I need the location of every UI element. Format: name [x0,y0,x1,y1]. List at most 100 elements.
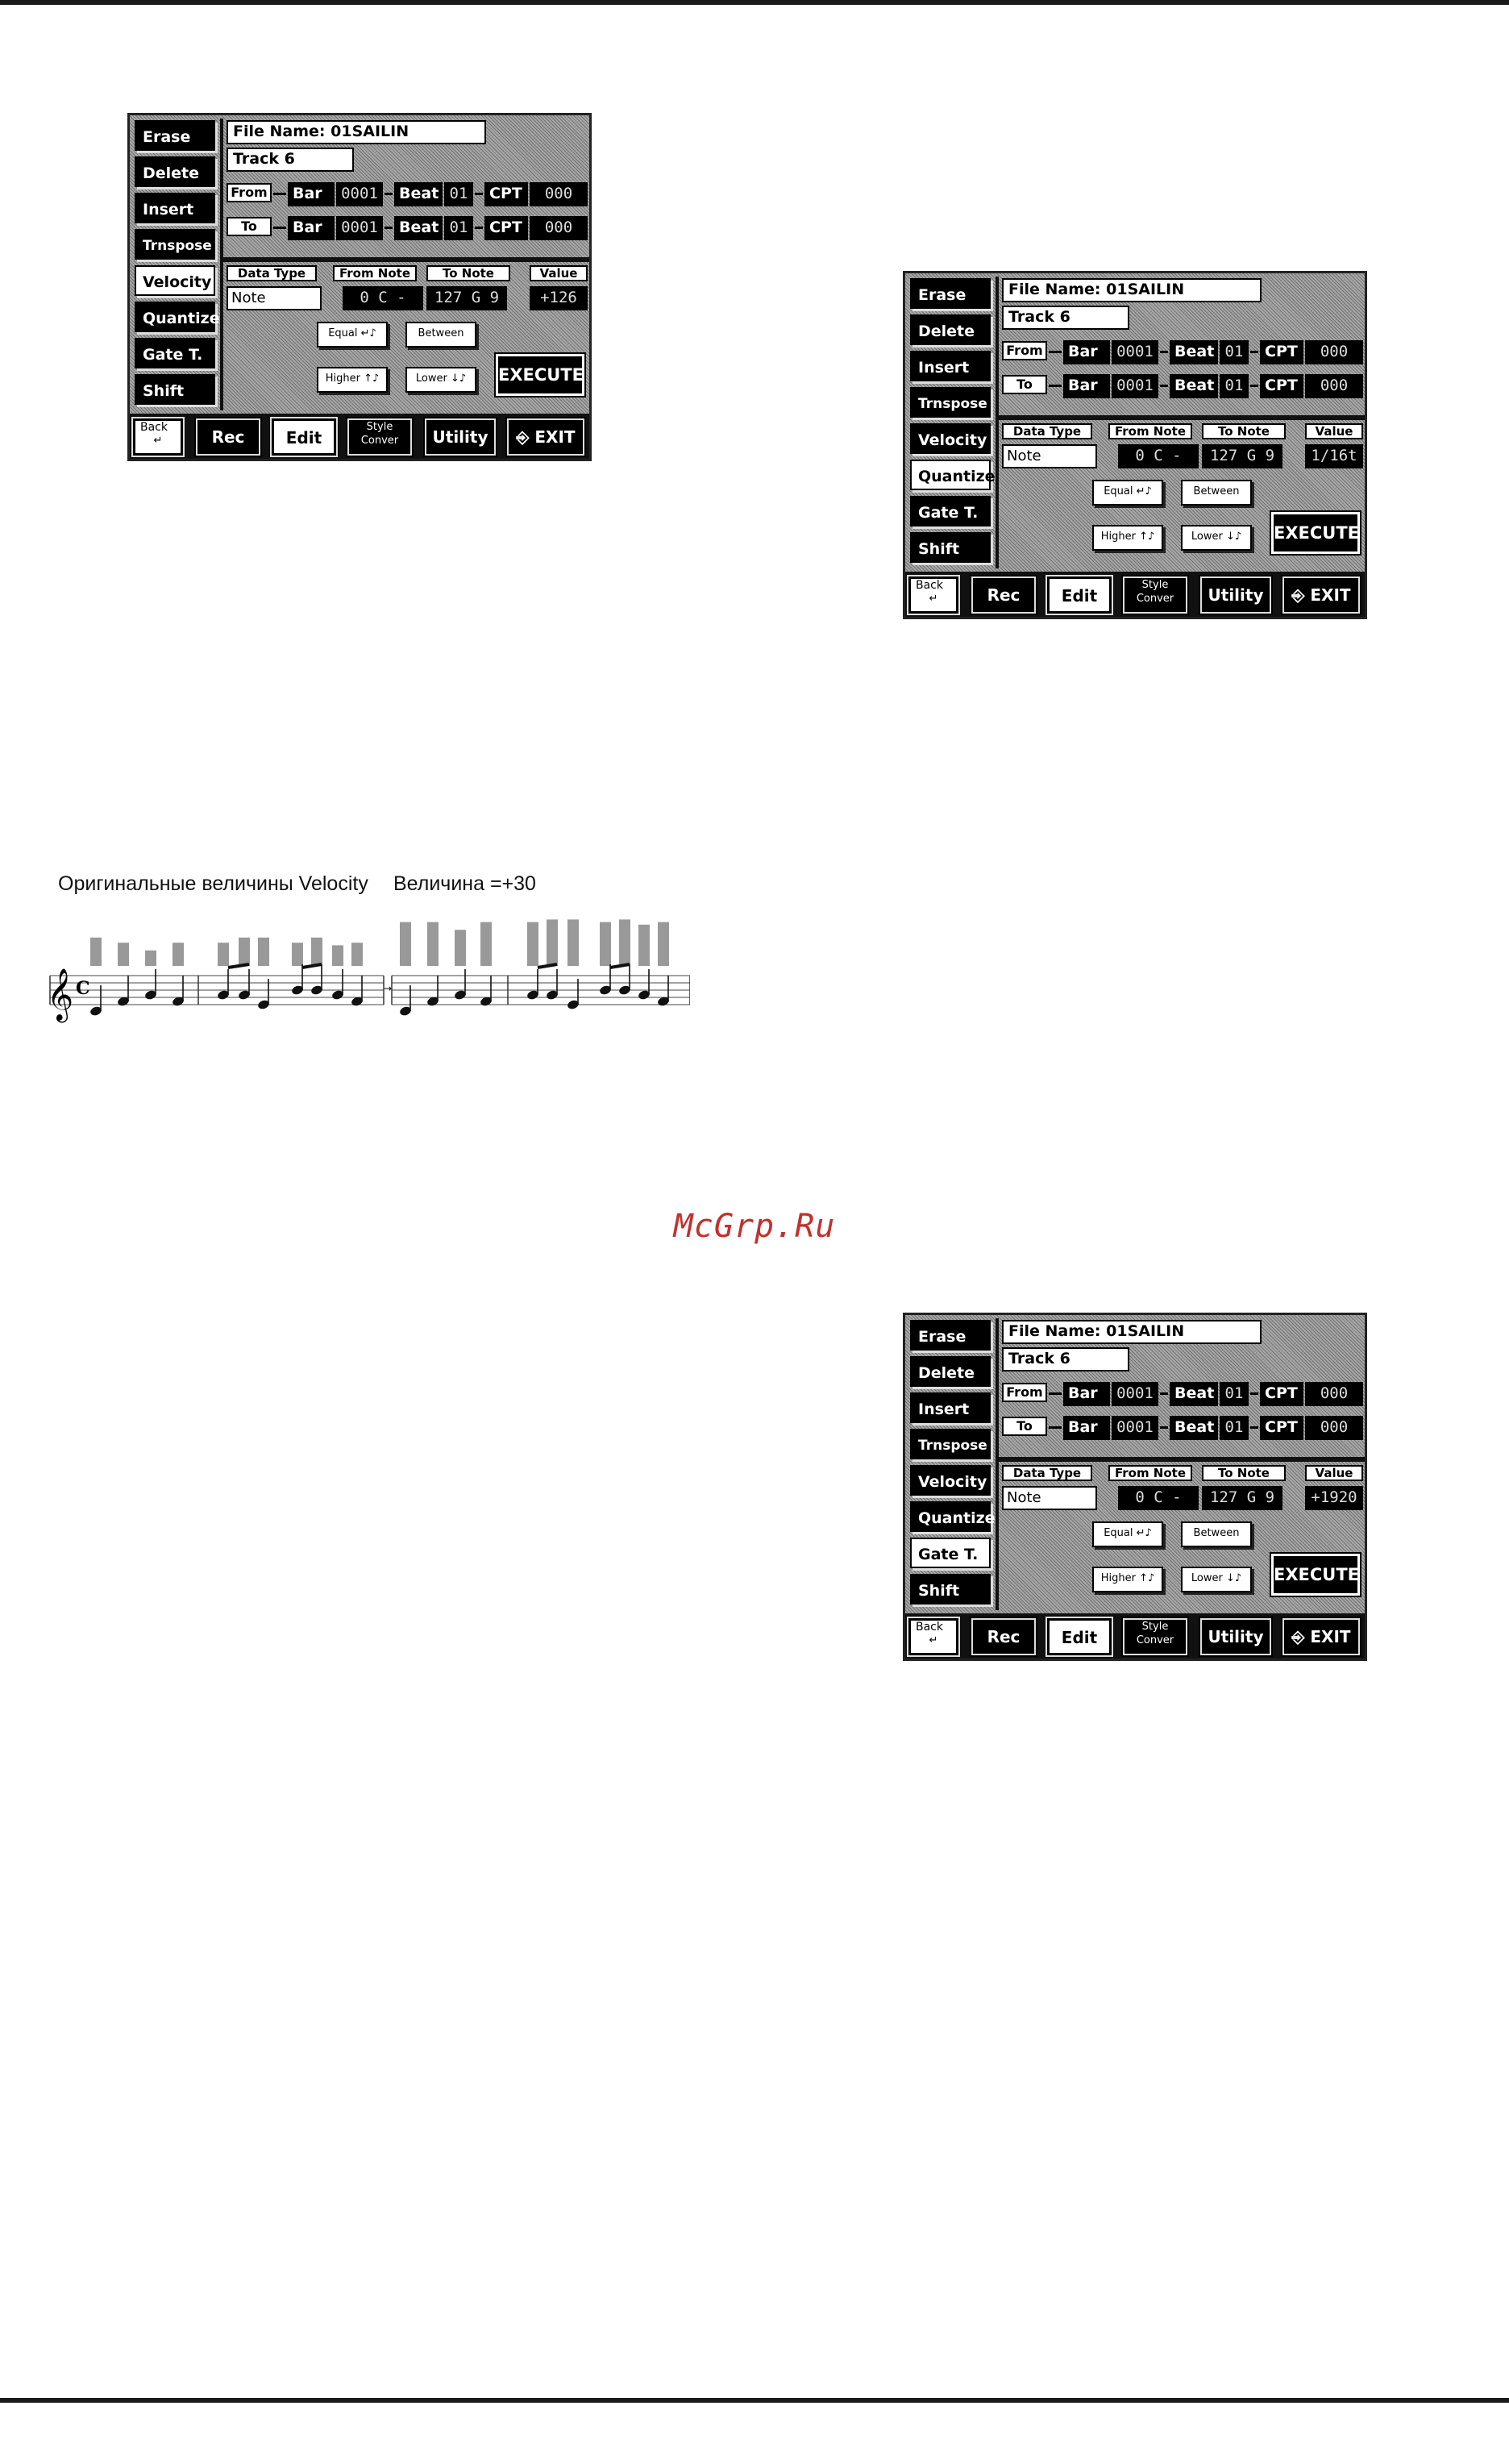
from-cpt-value[interactable]: 000 [1305,340,1363,364]
equal-button[interactable]: Equal ↵♪ [317,322,388,348]
menu-quantize-button[interactable]: Quantize [910,460,996,490]
lower-button[interactable]: Lower ↓♪ [1181,525,1252,551]
from-beat-value[interactable]: 01 [1220,340,1249,364]
exit-label: EXIT [1310,585,1351,605]
edit-button[interactable]: Edit [1045,575,1113,615]
data-type-field[interactable]: Note [227,286,322,310]
utility-button[interactable]: Utility [1199,1617,1273,1657]
style-convert-button[interactable]: Style Conver [1121,575,1189,615]
to-beat-value[interactable]: 01 [1220,1416,1249,1440]
from-cpt-value[interactable]: 000 [530,182,588,206]
menu-delete-button[interactable]: Delete [135,156,215,187]
back-label: Back [916,579,943,592]
rec-button[interactable]: Rec [194,417,262,457]
value-field[interactable]: 1/16t [1305,444,1363,468]
between-button[interactable]: Between [405,322,476,348]
from-bar-value[interactable]: 0001 [336,182,383,206]
menu-velocity-button[interactable]: Velocity [910,1465,991,1496]
to-cpt-value[interactable]: 000 [530,216,588,240]
equal-button[interactable]: Equal ↵♪ [1092,480,1163,506]
lower-button[interactable]: Lower ↓♪ [405,367,476,393]
value-field[interactable]: +126 [530,286,588,310]
menu-erase-button[interactable]: Erase [910,278,991,309]
menu-trnspose-button[interactable]: Trnspose [910,1429,991,1459]
lower-button[interactable]: Lower ↓♪ [1181,1567,1252,1592]
menu-gatet-button[interactable]: Gate T. [135,338,215,368]
style-label: Style [1141,1621,1169,1633]
menu-delete-button[interactable]: Delete [910,1356,991,1387]
divider [996,1457,1365,1460]
track-field[interactable]: Track 6 [1002,1347,1129,1371]
menu-quantize-button[interactable]: Quantize [910,1501,996,1532]
menu-shift-button[interactable]: Shift [910,532,991,563]
to-beat-value[interactable]: 01 [1220,374,1249,398]
execute-button[interactable]: EXECUTE [494,352,586,397]
equal-button[interactable]: Equal ↵♪ [1092,1521,1163,1547]
menu-gatet-button[interactable]: Gate T. [910,1538,991,1568]
rec-button[interactable]: Rec [970,575,1037,615]
to-bar-value[interactable]: 0001 [336,216,383,240]
to-bar-value[interactable]: 0001 [1112,1416,1158,1440]
file-name-field[interactable]: File Name: 01SAILIN [1002,1320,1262,1344]
to-bar-value[interactable]: 0001 [1112,374,1158,398]
menu-shift-button[interactable]: Shift [135,374,215,405]
exit-button[interactable]: ⎆ EXIT [505,417,586,457]
style-convert-button[interactable]: Style Conver [1121,1617,1189,1657]
from-bar-value[interactable]: 0001 [1112,340,1158,364]
back-button[interactable]: Back ↵ [907,575,960,615]
data-type-field[interactable]: Note [1002,1486,1097,1510]
from-note-value[interactable]: 0 C - [1118,444,1199,468]
exit-button[interactable]: ⎆ EXIT [1281,575,1361,615]
between-button[interactable]: Between [1181,1521,1252,1547]
menu-insert-button[interactable]: Insert [135,193,215,223]
utility-button[interactable]: Utility [423,417,497,457]
higher-button[interactable]: Higher ↑♪ [1092,1567,1163,1592]
from-beat-value[interactable]: 01 [1220,1382,1249,1406]
to-cpt-value[interactable]: 000 [1305,1416,1363,1440]
menu-velocity-button[interactable]: Velocity [135,265,215,296]
between-button[interactable]: Between [1181,480,1252,506]
from-note-value[interactable]: 0 C - [343,286,423,310]
menu-delete-button[interactable]: Delete [910,314,991,345]
menu-shift-button[interactable]: Shift [910,1574,991,1605]
style-convert-button[interactable]: Style Conver [346,417,414,457]
menu-insert-button[interactable]: Insert [910,351,991,381]
to-note-value[interactable]: 127 G 9 [426,286,507,310]
from-cpt-value[interactable]: 000 [1305,1382,1363,1406]
back-button[interactable]: Back ↵ [131,417,185,457]
bar-label: Bar [1063,1416,1110,1440]
menu-trnspose-button[interactable]: Trnspose [135,229,215,260]
value-field[interactable]: +1920 [1305,1486,1363,1510]
to-note-value[interactable]: 127 G 9 [1202,1486,1282,1510]
exit-button[interactable]: ⎆ EXIT [1281,1617,1361,1657]
higher-button[interactable]: Higher ↑♪ [1092,525,1163,551]
to-note-value[interactable]: 127 G 9 [1202,444,1282,468]
menu-insert-button[interactable]: Insert [910,1392,991,1423]
menu-velocity-button[interactable]: Velocity [910,423,991,454]
to-cpt-value[interactable]: 000 [1305,374,1363,398]
higher-button[interactable]: Higher ↑♪ [317,367,388,393]
menu-trnspose-button[interactable]: Trnspose [910,387,991,418]
file-name-field[interactable]: File Name: 01SAILIN [1002,278,1262,302]
edit-button[interactable]: Edit [270,417,338,457]
edit-button[interactable]: Edit [1045,1617,1113,1657]
menu-erase-button[interactable]: Erase [135,120,215,151]
utility-button[interactable]: Utility [1199,575,1273,615]
rec-button[interactable]: Rec [970,1617,1037,1657]
data-type-field[interactable]: Note [1002,444,1097,468]
execute-button[interactable]: EXECUTE [1270,510,1361,556]
header-from-note: From Note [333,265,417,281]
menu-erase-button[interactable]: Erase [910,1320,991,1351]
track-field[interactable]: Track 6 [1002,306,1129,330]
back-button[interactable]: Back ↵ [907,1617,960,1657]
connector [1160,385,1168,387]
track-field[interactable]: Track 6 [227,148,354,172]
from-note-value[interactable]: 0 C - [1118,1486,1199,1510]
from-beat-value[interactable]: 01 [444,182,473,206]
to-beat-value[interactable]: 01 [444,216,473,240]
menu-quantize-button[interactable]: Quantize [135,302,220,332]
execute-button[interactable]: EXECUTE [1270,1552,1361,1597]
file-name-field[interactable]: File Name: 01SAILIN [227,120,486,144]
from-bar-value[interactable]: 0001 [1112,1382,1158,1406]
menu-gatet-button[interactable]: Gate T. [910,496,991,527]
